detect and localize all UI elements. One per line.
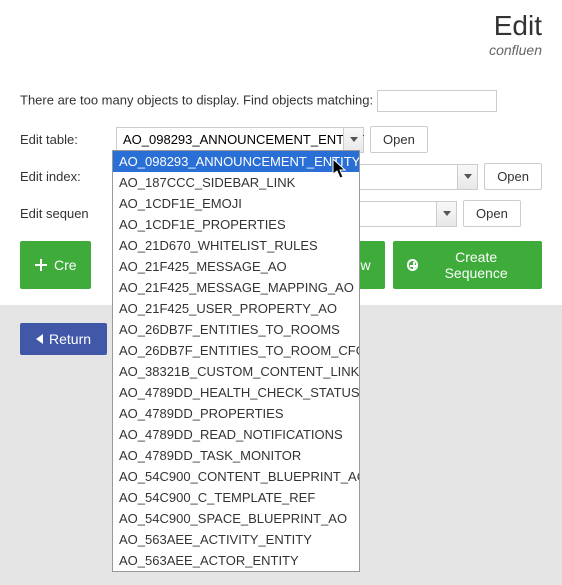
dropdown-option[interactable]: AO_4789DD_READ_NOTIFICATIONS (113, 424, 359, 445)
page-header: Edit confluen (489, 0, 562, 58)
return-button-label: Return (49, 331, 91, 347)
dropdown-option[interactable]: AO_21F425_MESSAGE_MAPPING_AO (113, 277, 359, 298)
open-sequence-button[interactable]: Open (463, 200, 521, 227)
chevron-down-icon (343, 128, 363, 152)
dropdown-option[interactable]: AO_21F425_USER_PROPERTY_AO (113, 298, 359, 319)
table-dropdown-list[interactable]: AO_098293_ANNOUNCEMENT_ENTITYAO_187CCC_S… (112, 150, 360, 572)
chevron-down-icon (457, 165, 477, 189)
dropdown-option[interactable]: AO_1CDF1E_PROPERTIES (113, 214, 359, 235)
plus-circle-icon (407, 259, 419, 271)
edit-sequence-label: Edit sequen (20, 206, 110, 221)
filter-message: There are too many objects to display. F… (20, 92, 373, 107)
create-button[interactable]: Cre (20, 241, 91, 289)
dropdown-option[interactable]: AO_4789DD_PROPERTIES (113, 403, 359, 424)
edit-table-row: Edit table: AO_098293_ANNOUNCEMENT_ENTIT… (20, 126, 542, 153)
dropdown-option[interactable]: AO_38321B_CUSTOM_CONTENT_LINK (113, 361, 359, 382)
filter-input[interactable] (377, 90, 497, 112)
dropdown-option[interactable]: AO_26DB7F_ENTITIES_TO_ROOMS (113, 319, 359, 340)
edit-index-label: Edit index: (20, 169, 98, 184)
dropdown-option[interactable]: AO_4789DD_TASK_MONITOR (113, 445, 359, 466)
dropdown-option[interactable]: AO_4789DD_HEALTH_CHECK_STATUS (113, 382, 359, 403)
dropdown-option[interactable]: AO_187CCC_SIDEBAR_LINK (113, 172, 359, 193)
create-sequence-button[interactable]: Create Sequence (393, 241, 542, 289)
dropdown-option[interactable]: AO_098293_ANNOUNCEMENT_ENTITY (113, 151, 359, 172)
open-index-button[interactable]: Open (484, 163, 542, 190)
filter-row: There are too many objects to display. F… (20, 90, 542, 112)
table-select[interactable]: AO_098293_ANNOUNCEMENT_ENTITY (116, 127, 364, 153)
dropdown-option[interactable]: AO_54C900_C_TEMPLATE_REF (113, 487, 359, 508)
create-button-label: Cre (54, 257, 77, 273)
dropdown-option[interactable]: AO_563AEE_ACTOR_ENTITY (113, 550, 359, 571)
arrow-left-icon (36, 334, 43, 344)
dropdown-option[interactable]: AO_1CDF1E_EMOJI (113, 193, 359, 214)
dropdown-option[interactable]: AO_54C900_CONTENT_BLUEPRINT_AO (113, 466, 359, 487)
page-title: Edit (489, 10, 542, 42)
plus-icon (34, 258, 48, 272)
chevron-down-icon (436, 202, 456, 226)
edit-table-label: Edit table: (20, 132, 110, 147)
dropdown-option[interactable]: AO_563AEE_ACTIVITY_ENTITY (113, 529, 359, 550)
dropdown-option[interactable]: AO_21F425_MESSAGE_AO (113, 256, 359, 277)
dropdown-option[interactable]: AO_26DB7F_ENTITIES_TO_ROOM_CFG (113, 340, 359, 361)
return-button[interactable]: Return (20, 323, 107, 355)
create-sequence-label: Create Sequence (424, 249, 528, 281)
page-subtitle: confluen (489, 42, 542, 58)
dropdown-option[interactable]: AO_21D670_WHITELIST_RULES (113, 235, 359, 256)
open-table-button[interactable]: Open (370, 126, 428, 153)
table-select-value: AO_098293_ANNOUNCEMENT_ENTITY (123, 132, 364, 147)
dropdown-option[interactable]: AO_54C900_SPACE_BLUEPRINT_AO (113, 508, 359, 529)
